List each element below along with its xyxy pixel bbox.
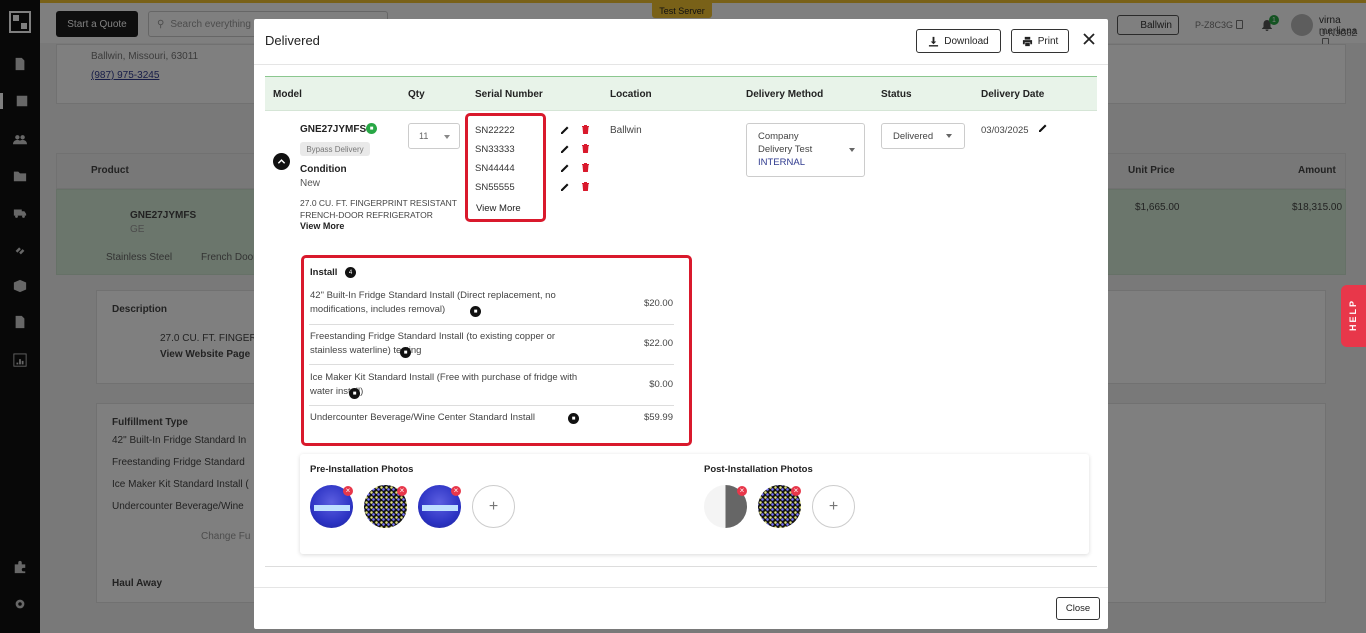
remove-photo-close-icon[interactable]: × (791, 486, 801, 496)
delete-serial-trash-icon[interactable] (581, 162, 591, 172)
close-button[interactable]: Close (1056, 597, 1100, 620)
serial-view-more-link[interactable]: View More (476, 203, 521, 214)
edit-date-pencil-icon[interactable] (1038, 123, 1048, 133)
remove-photo-close-icon[interactable]: × (737, 486, 747, 496)
bypass-delivery-badge: Bypass Delivery (300, 142, 370, 156)
add-pre-photo-plus-icon[interactable]: + (472, 485, 515, 528)
delete-serial-trash-icon[interactable] (581, 124, 591, 134)
edit-serial-pencil-icon[interactable] (560, 144, 570, 154)
install-item-text: Undercounter Beverage/Wine Center Standa… (310, 412, 535, 423)
download-icon (929, 36, 939, 47)
delivery-method-line: Company (758, 131, 799, 142)
delivered-modal: Delivered Download Print Model Qty Seria… (254, 19, 1108, 629)
modal-title: Delivered (265, 33, 320, 48)
help-tab[interactable]: HELP (1341, 285, 1366, 347)
install-item-price: $0.00 (649, 379, 673, 390)
close-icon[interactable] (1082, 32, 1096, 46)
remove-photo-close-icon[interactable]: × (343, 486, 353, 496)
add-post-photo-plus-icon[interactable]: + (812, 485, 855, 528)
pre-installation-photos-title: Pre-Installation Photos (310, 464, 414, 475)
install-divider (309, 405, 674, 406)
col-serial-number: Serial Number (475, 89, 543, 100)
edit-serial-pencil-icon[interactable] (560, 125, 570, 135)
install-title: Install (310, 267, 338, 278)
delete-serial-trash-icon[interactable] (581, 143, 591, 153)
install-count-badge: 4 (345, 267, 356, 278)
col-delivery-method: Delivery Method (746, 89, 824, 100)
serial-number: SN33333 (475, 144, 515, 155)
install-divider (309, 324, 674, 325)
install-item-price: $20.00 (643, 298, 673, 309)
download-button[interactable]: Download (916, 29, 1001, 53)
install-item-text: Freestanding Fridge Standard Install (to… (310, 331, 556, 356)
install-divider (309, 364, 674, 365)
delivery-method-line: Delivery Test (758, 144, 813, 155)
remove-photo-close-icon[interactable]: × (397, 486, 407, 496)
chevron-down-icon (849, 148, 855, 152)
location-value: Ballwin (610, 125, 642, 136)
install-item-price: $59.99 (643, 412, 673, 423)
serial-number: SN22222 (475, 125, 515, 136)
serial-number: SN55555 (475, 182, 515, 193)
install-item-price: $22.00 (643, 338, 673, 349)
chevron-up-icon (277, 159, 286, 164)
info-badge-icon[interactable]: ■ (470, 306, 481, 317)
status-select[interactable]: Delivered (881, 123, 965, 149)
item-model: GNE27JYMFS (300, 124, 367, 135)
col-model: Model (273, 89, 302, 100)
collapse-row-button[interactable] (273, 153, 290, 170)
modal-header-divider (254, 64, 1108, 65)
remove-photo-close-icon[interactable]: × (451, 486, 461, 496)
qty-select[interactable]: 11 (408, 123, 460, 149)
info-badge-icon[interactable]: ■ (349, 388, 360, 399)
content-divider (265, 566, 1097, 567)
post-installation-photos-title: Post-Installation Photos (704, 464, 813, 475)
serial-number: SN44444 (475, 163, 515, 174)
edit-serial-pencil-icon[interactable] (560, 163, 570, 173)
printer-icon (1022, 36, 1032, 46)
condition-value: New (300, 178, 321, 189)
chevron-down-icon (946, 134, 952, 138)
modal-footer-divider (254, 587, 1108, 588)
col-status: Status (881, 89, 912, 100)
info-badge-icon[interactable]: ■ (568, 413, 579, 424)
delivery-method-line: INTERNAL (758, 157, 805, 168)
install-item-text: 42" Built-In Fridge Standard Install (Di… (310, 290, 556, 315)
delete-serial-trash-icon[interactable] (581, 181, 591, 191)
delivery-method-select[interactable]: Company Delivery Test INTERNAL (746, 123, 865, 177)
info-badge-icon[interactable]: ■ (366, 123, 377, 134)
condition-label: Condition (300, 164, 347, 175)
col-qty: Qty (408, 89, 425, 100)
print-button[interactable]: Print (1011, 29, 1069, 53)
col-location: Location (610, 89, 652, 100)
delivery-date-value: 03/03/2025 (981, 125, 1029, 136)
item-description: 27.0 CU. FT. FINGERPRINT RESISTANT FRENC… (300, 198, 457, 220)
item-view-more-link[interactable]: View More (300, 221, 344, 231)
info-badge-icon[interactable]: ■ (400, 347, 411, 358)
delivery-table-header: Model Qty Serial Number Location Deliver… (265, 76, 1097, 111)
col-delivery-date: Delivery Date (981, 89, 1045, 100)
edit-serial-pencil-icon[interactable] (560, 182, 570, 192)
